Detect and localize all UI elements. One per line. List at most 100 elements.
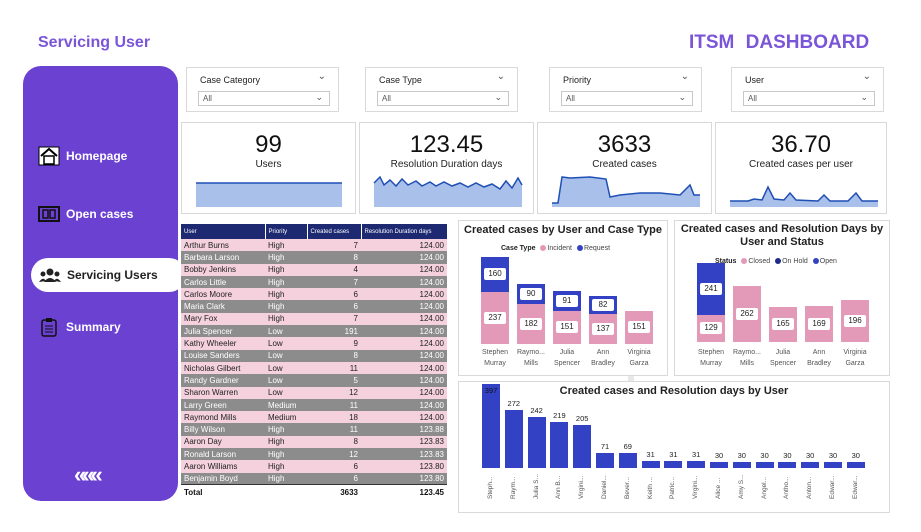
table-row[interactable]: Larry Green Medium 11 124.00 [181,398,447,412]
cell-created: 6 [307,288,361,301]
kpi-cases-per-user: 36.70 Created cases per user [715,122,887,214]
table-header-row: User Priority Created cases Resolution D… [181,224,448,239]
cell-created: 8 [307,435,361,449]
nav-homepage[interactable]: Homepage [38,146,127,166]
cell-created: 9 [307,337,361,350]
nav-summary[interactable]: Summary [38,317,121,337]
cell-user: Carlos Little [181,275,265,289]
nav-open-cases[interactable]: Open cases [38,204,133,224]
cell-priority: High [265,312,307,326]
dashboard-brand: ITSM DASHBOARD [689,32,870,53]
filter-case-type[interactable]: Case Type ⌄ All ⌄ [365,67,518,112]
cell-priority: High [265,288,307,301]
col-header-priority[interactable]: Priority [265,224,308,239]
table-row[interactable]: Barbara Larson High 8 124.00 [181,251,447,264]
filter-value: All [203,94,212,103]
cell-user: Larry Green [181,398,265,412]
user-cases-table[interactable]: User Priority Created cases Resolution D… [181,222,634,513]
table-row[interactable]: Mary Fox High 7 124.00 [181,312,447,326]
table-row[interactable]: Billy Wilson High 11 123.88 [181,423,447,436]
table-row[interactable]: Benjamin Boyd High 6 123.80 [181,472,447,485]
filter-user[interactable]: User ⌄ All ⌄ [731,67,884,112]
data-label: 129 [700,322,722,335]
sparkline [552,176,700,207]
case-category-select[interactable]: All ⌄ [198,91,330,106]
table-row[interactable]: Aaron Day High 8 123.83 [181,435,447,449]
chevron-down-icon[interactable]: ⌄ [318,71,326,82]
table-row[interactable]: Aaron Williams High 6 123.80 [181,460,447,473]
table-row[interactable]: Raymond Mills Medium 18 124.00 [181,411,447,424]
table-row[interactable]: Sharon Warren Low 12 124.00 [181,386,447,399]
data-label: 241 [700,282,722,295]
home-icon [38,146,60,166]
col-header-user[interactable]: User [181,224,266,239]
cell-priority: Low [265,337,307,350]
x-tick-label: Edwar... [851,475,859,499]
user-select[interactable]: All ⌄ [743,91,875,106]
table-row[interactable]: Carlos Little High 7 124.00 [181,275,447,289]
col-header-created[interactable]: Created cases [307,224,362,239]
table-row[interactable]: Maria Clark High 6 124.00 [181,300,447,313]
kpi-label: Created cases per user [749,159,853,170]
cell-created: 7 [307,275,361,289]
x-tick-label: Angel... [760,476,768,499]
table-row[interactable]: Nicholas Gilbert Low 11 124.00 [181,361,447,375]
back-button[interactable]: ««« [74,462,103,488]
cell-resolution: 124.00 [361,300,447,313]
data-label: 30 [851,450,860,460]
table-row[interactable]: Kathy Wheeler Low 9 124.00 [181,337,447,350]
data-label: 196 [844,315,866,328]
cell-priority: Low [265,374,307,387]
x-tick-label: Edwar... [829,475,836,499]
x-tick-label: Patric... [669,476,677,499]
col-header-resolution[interactable]: Resolution Duration days [361,224,448,239]
chevron-down-icon[interactable]: ⌄ [681,71,689,82]
bar [596,452,614,468]
total-created: 3633 [307,484,361,499]
data-label: 182 [520,317,542,330]
cell-resolution: 123.83 [361,448,447,461]
table-row[interactable]: Carlos Moore High 6 124.00 [181,288,447,301]
filter-label: User [745,75,765,85]
data-label: 137 [592,322,614,335]
x-tick-label: Virgini... [578,475,586,499]
cell-priority: High [265,239,307,252]
cell-priority: High [265,275,307,289]
case-type-select[interactable]: All ⌄ [377,91,509,106]
bar [641,461,660,468]
cell-user: Nicholas Gilbert [181,361,265,375]
x-tick-label: Antho... [783,476,791,499]
cell-created: 6 [307,460,361,473]
bar [482,383,500,468]
nav-servicing-users[interactable]: Servicing Users [31,258,186,292]
cell-user: Aaron Williams [181,460,265,473]
cell-resolution: 124.00 [361,239,447,252]
x-tick-label: Virgini... [692,475,700,499]
table-row[interactable]: Louise Sanders Low 8 124.00 [181,349,447,362]
chevron-down-icon[interactable]: ⌄ [863,71,871,82]
cell-resolution: 124.00 [361,325,447,338]
chevron-down-icon: ⌄ [860,92,868,102]
bar [710,461,728,468]
priority-select[interactable]: All ⌄ [561,91,693,106]
users-icon [39,265,61,285]
table-row[interactable]: Arthur Burns High 7 124.00 [181,239,447,252]
cell-user: Kathy Wheeler [181,337,265,350]
x-tick-label: Anton... [806,476,814,499]
cell-priority: Low [265,386,307,399]
table-row[interactable]: Bobby Jenkins High 4 124.00 [181,263,447,276]
nav-open-cases-label: Open cases [66,207,134,221]
sparkline [373,175,523,207]
table-row[interactable]: Julia Spencer Low 191 124.00 [181,325,447,338]
table-row[interactable]: Randy Gardner Low 5 124.00 [181,374,447,387]
bar [550,421,569,468]
x-tick-label: Bever... [623,476,631,499]
kpi-users: 99 Users [181,122,356,214]
table-row[interactable]: Ronald Larson High 12 123.83 [181,448,447,461]
filter-case-category[interactable]: Case Category ⌄ All ⌄ [186,67,339,112]
filter-priority[interactable]: Priority ⌄ All ⌄ [549,67,702,112]
filter-label: Case Category [200,75,261,85]
chevron-down-icon[interactable]: ⌄ [497,71,505,82]
x-tick-label: Alice ... [715,477,722,499]
kpi-value: 99 [255,131,282,158]
